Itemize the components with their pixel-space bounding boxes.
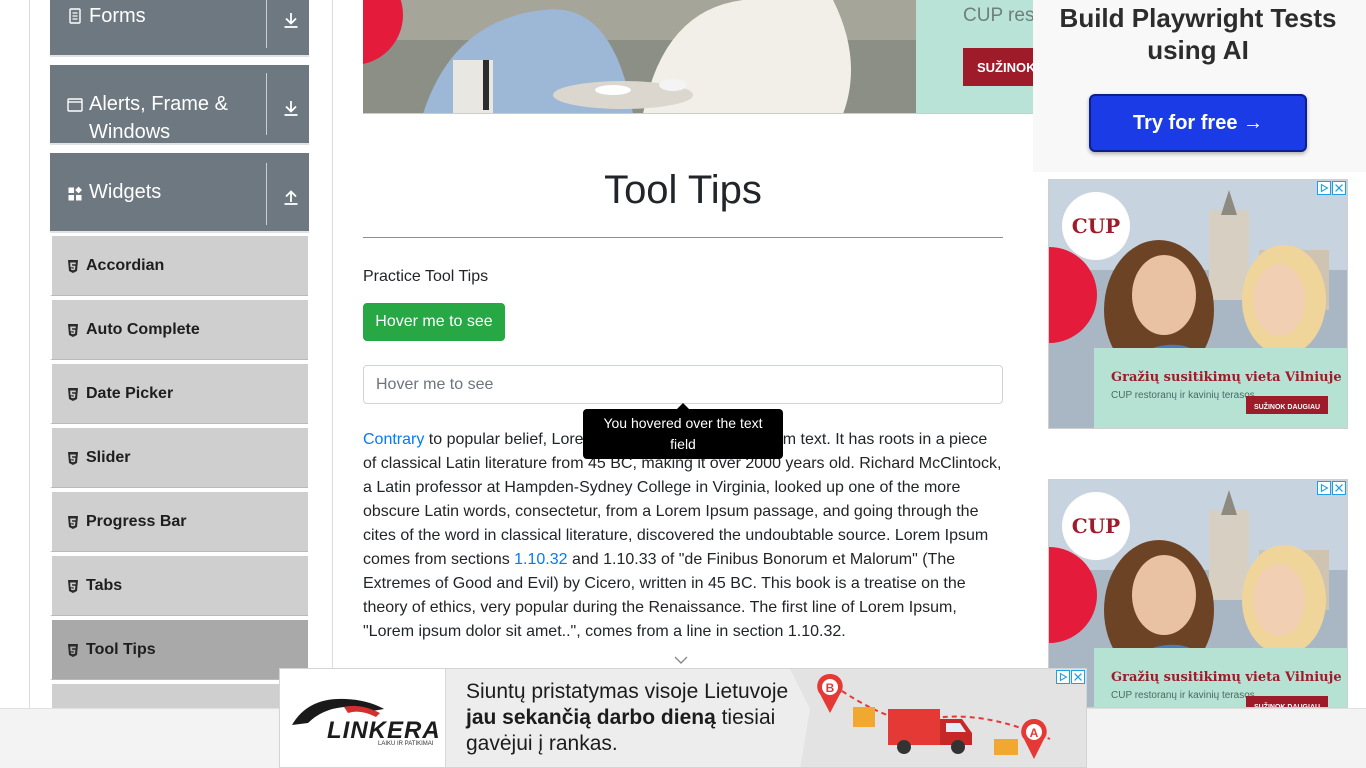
group-header-divider (266, 0, 267, 48)
linkera-tagline: LAIKU IR PATIKIMAI (378, 741, 434, 747)
hover-me-input[interactable] (363, 365, 1003, 404)
window-icon (67, 98, 83, 112)
cup-subline: CUP restoranų ir kavinių terasos (1111, 390, 1255, 401)
sidebar-item-tabs[interactable]: Tabs (50, 554, 308, 616)
lorem-article: Contrary to popular belief, Lorem Ipsum … (363, 428, 1003, 644)
sidebar-item-label: Auto Complete (86, 321, 200, 338)
sidebar-item-auto-complete[interactable]: Auto Complete (50, 298, 308, 360)
cup-button[interactable]: SUŽINOK DAUGIAU (1254, 402, 1320, 411)
sidebar-item-slider[interactable]: Slider (50, 426, 308, 488)
try-for-free-button[interactable]: Try for free → (1089, 94, 1307, 152)
sidebar-item-label: Slider (86, 449, 131, 466)
html5-icon (68, 260, 78, 273)
group-header-label: Widgets (89, 181, 162, 203)
group-header-forms[interactable]: Forms (50, 0, 309, 57)
sidebar-item-label: Tool Tips (86, 641, 156, 658)
adchoices-icon[interactable] (1317, 481, 1331, 495)
group-header-label: Forms (89, 5, 146, 27)
practice-label: Practice Tool Tips (363, 268, 489, 285)
banner-text: CUP res (963, 5, 1033, 26)
top-banner-ad[interactable]: CUP res SUŽINOK (363, 0, 1033, 114)
tooltip: You hovered over the text field (583, 409, 783, 459)
cup-side-ad-1[interactable]: CUP Gražių susitikimų vieta Vilniuje CUP… (1048, 179, 1348, 429)
group-header-divider (266, 73, 267, 135)
html5-icon (68, 644, 78, 657)
section-link[interactable]: 1.10.32 (514, 551, 567, 568)
linkera-logo-box: LINKERA LAIKU IR PATIKIMAI (280, 669, 446, 767)
cup-headline: Gražių susitikimų vieta Vilniuje (1111, 670, 1342, 685)
banner-button[interactable]: SUŽINOK (977, 60, 1033, 75)
delivery-map-graphic: B A (790, 669, 1086, 767)
download-icon[interactable] (282, 99, 300, 117)
upload-icon[interactable] (282, 188, 300, 206)
adchoices-icon[interactable] (1056, 670, 1070, 684)
contrary-link[interactable]: Contrary (363, 431, 424, 448)
sidebar-right-border (332, 0, 333, 668)
hover-me-button[interactable]: Hover me to see (363, 303, 505, 341)
sidebar-item-label: Date Picker (86, 385, 174, 402)
chevron-down-icon[interactable] (674, 655, 688, 665)
download-icon[interactable] (282, 11, 300, 29)
group-header-widgets[interactable]: Widgets (50, 153, 309, 233)
close-icon[interactable] (1071, 670, 1085, 684)
cup-subline: CUP restoranų ir kavinių terasos (1111, 690, 1255, 701)
forms-icon (69, 8, 81, 24)
html5-icon (68, 516, 78, 529)
sidebar-item-tool-tips[interactable]: Tool Tips (50, 618, 308, 680)
group-header-label: Alerts, Frame & Windows (89, 93, 228, 143)
close-icon[interactable] (1332, 181, 1346, 195)
adchoices-icon[interactable] (1317, 181, 1331, 195)
page-title: Tool Tips (604, 168, 762, 212)
group-header-divider (266, 163, 267, 225)
pin-b-label: B (826, 681, 835, 695)
sidebar-item-accordian[interactable]: Accordian (50, 234, 308, 296)
close-icon[interactable] (1332, 481, 1346, 495)
html5-icon (68, 324, 78, 337)
title-divider (363, 237, 1003, 238)
pin-a-label: A (1030, 726, 1039, 740)
html5-icon (68, 388, 78, 401)
sidebar-item-label: Tabs (86, 577, 123, 594)
cup-side-ad-2[interactable]: CUP Gražių susitikimų vieta Vilniuje CUP… (1048, 479, 1348, 708)
sidebar-item-label: Progress Bar (86, 513, 187, 530)
cup-logo: CUP (1072, 214, 1120, 238)
sidebar-item-date-picker[interactable]: Date Picker (50, 362, 308, 424)
sidebar-item-label: Accordian (86, 257, 165, 274)
linkera-bottom-ad[interactable]: LINKERA LAIKU IR PATIKIMAI Siuntų prista… (279, 668, 1087, 768)
linkera-ad-text: Siuntų pristatymas visoje Lietuvoje jau … (466, 679, 796, 757)
sidebar-item-progress-bar[interactable]: Progress Bar (50, 490, 308, 552)
html5-icon (68, 580, 78, 593)
cup-ad-photo: CUP Gražių susitikimų vieta Vilniuje CUP… (1049, 180, 1347, 428)
playwright-ad-title: Build Playwright Tests using AI (1059, 3, 1337, 65)
cup-ad-photo: CUP Gražių susitikimų vieta Vilniuje CUP… (1049, 480, 1347, 707)
sidebar-left-border (29, 0, 30, 708)
group-header-alerts[interactable]: Alerts, Frame & Windows (50, 65, 309, 145)
banner-photo: CUP res SUŽINOK (363, 0, 1033, 113)
html5-icon (68, 452, 78, 465)
widgets-icon (68, 186, 82, 201)
ad-text-bold: jau sekančią darbo dieną (466, 706, 716, 729)
cup-logo: CUP (1072, 514, 1120, 538)
cup-headline: Gražių susitikimų vieta Vilniuje (1111, 370, 1342, 385)
ad-text-part: Siuntų pristatymas visoje Lietuvoje (466, 680, 789, 703)
